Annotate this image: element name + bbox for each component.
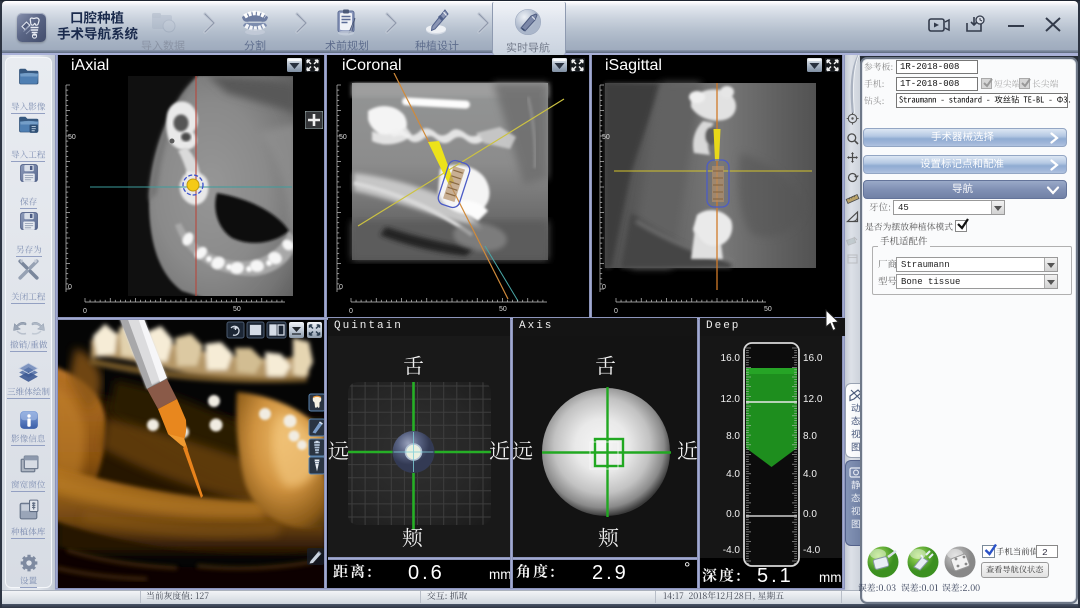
- svg-text:16.0: 16.0: [803, 353, 823, 364]
- svg-text:12.0: 12.0: [721, 394, 741, 405]
- svg-text:-4.0: -4.0: [723, 545, 741, 556]
- svg-text:50: 50: [764, 306, 772, 313]
- svg-text:0: 0: [614, 308, 618, 315]
- svg-text:50: 50: [499, 306, 507, 313]
- svg-text:4.0: 4.0: [726, 469, 740, 480]
- svg-text:0.0: 0.0: [726, 509, 740, 520]
- svg-text:12.0: 12.0: [803, 394, 823, 405]
- svg-text:50: 50: [233, 306, 241, 313]
- svg-text:0: 0: [68, 284, 72, 291]
- svg-text:50: 50: [68, 134, 76, 141]
- svg-text:50: 50: [339, 134, 347, 141]
- svg-text:16.0: 16.0: [721, 353, 741, 364]
- svg-text:50: 50: [602, 134, 610, 141]
- svg-text:0: 0: [83, 308, 87, 315]
- svg-text:0: 0: [602, 284, 606, 291]
- svg-text:-4.0: -4.0: [803, 545, 821, 556]
- svg-text:0: 0: [349, 308, 353, 315]
- svg-text:0.0: 0.0: [803, 509, 817, 520]
- svg-text:4.0: 4.0: [803, 469, 817, 480]
- svg-text:8.0: 8.0: [803, 431, 817, 442]
- svg-text:8.0: 8.0: [726, 431, 740, 442]
- svg-text:0: 0: [339, 284, 343, 291]
